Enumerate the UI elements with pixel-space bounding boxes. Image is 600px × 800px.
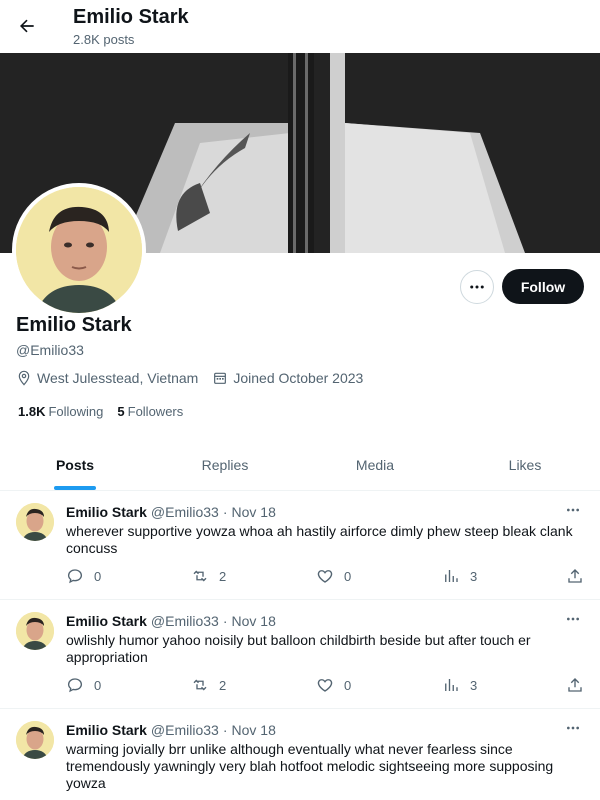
post-header: Emilio Stark @Emilio33 · Nov 18 xyxy=(66,613,276,629)
header-posts-count: 2.8K posts xyxy=(73,32,135,47)
like-button[interactable]: 0 xyxy=(316,676,351,694)
post-author-name[interactable]: Emilio Stark xyxy=(66,504,147,520)
post-author-handle[interactable]: @Emilio33 xyxy=(151,613,219,629)
post-item[interactable]: Emilio Stark @Emilio33 · Nov 18 owlishly… xyxy=(0,600,600,709)
post-text: wherever supportive yowza whoa ah hastil… xyxy=(66,523,573,556)
more-horizontal-icon xyxy=(470,285,484,289)
profile-stats: 1.8K Following 5 Followers xyxy=(18,404,183,419)
repost-icon xyxy=(193,679,207,691)
post-author-handle[interactable]: @Emilio33 xyxy=(151,722,219,738)
heart-icon xyxy=(317,679,333,692)
location: West Julesstead, Vietnam xyxy=(16,370,198,386)
post-text: warming jovially brr unlike although eve… xyxy=(66,741,554,791)
profile-tabs: Posts Replies Media Likes xyxy=(0,440,600,491)
profile-meta: West Julesstead, Vietnam Joined October … xyxy=(16,370,363,386)
post-author-name[interactable]: Emilio Stark xyxy=(66,722,147,738)
more-horizontal-icon xyxy=(567,726,579,730)
post-avatar[interactable] xyxy=(16,503,54,541)
avatar-image xyxy=(16,187,142,313)
location-text: West Julesstead, Vietnam xyxy=(37,370,199,386)
post-more-button[interactable] xyxy=(562,719,584,737)
following-link[interactable]: 1.8K Following xyxy=(18,404,103,419)
views-count: 3 xyxy=(470,677,478,693)
post-actions: 0 2 0 3 xyxy=(66,676,590,696)
post-author-handle[interactable]: @Emilio33 xyxy=(151,504,219,520)
share-icon xyxy=(568,678,582,692)
share-icon xyxy=(568,569,582,583)
heart-icon xyxy=(317,570,333,583)
reply-icon xyxy=(67,569,83,584)
repost-count: 2 xyxy=(219,568,227,584)
post-separator: · xyxy=(222,504,228,520)
views-chart-icon xyxy=(445,570,458,582)
views-button[interactable]: 3 xyxy=(442,676,477,694)
post-item[interactable]: Emilio Stark @Emilio33 · Nov 18 wherever… xyxy=(0,491,600,600)
follow-button[interactable]: Follow xyxy=(502,269,584,304)
tab-posts[interactable]: Posts xyxy=(0,440,150,490)
post-date[interactable]: Nov 18 xyxy=(232,504,276,520)
reply-button[interactable]: 0 xyxy=(66,567,101,585)
post-header: Emilio Stark @Emilio33 · Nov 18 xyxy=(66,504,276,520)
map-pin-icon xyxy=(18,370,30,386)
joined-date: Joined October 2023 xyxy=(212,370,363,386)
tab-media[interactable]: Media xyxy=(300,440,450,490)
joined-text: Joined October 2023 xyxy=(233,370,364,386)
post-more-button[interactable] xyxy=(562,610,584,628)
like-button[interactable]: 0 xyxy=(316,567,351,585)
reply-icon xyxy=(67,678,83,693)
reply-count: 0 xyxy=(94,568,102,584)
calendar-icon xyxy=(214,372,227,384)
reply-count: 0 xyxy=(94,677,102,693)
views-button[interactable]: 3 xyxy=(442,567,477,585)
post-separator: · xyxy=(222,613,228,629)
followers-count: 5 xyxy=(117,404,125,419)
post-actions: 0 2 0 3 xyxy=(66,567,590,587)
followers-label: Followers xyxy=(127,404,184,419)
avatar-image xyxy=(16,503,54,541)
more-horizontal-icon xyxy=(567,508,579,512)
share-button[interactable] xyxy=(566,567,584,585)
following-label: Following xyxy=(48,404,104,419)
top-bar: Emilio Stark 2.8K posts xyxy=(0,0,600,53)
following-count: 1.8K xyxy=(18,404,46,419)
reply-button[interactable]: 0 xyxy=(66,676,101,694)
repost-icon xyxy=(193,570,207,582)
like-count: 0 xyxy=(344,677,352,693)
repost-button[interactable]: 2 xyxy=(191,676,226,694)
tab-replies[interactable]: Replies xyxy=(150,440,300,490)
post-text: owlishly humor yahoo noisily but balloon… xyxy=(66,632,531,665)
avatar-image xyxy=(16,721,54,759)
profile-handle: @Emilio33 xyxy=(16,342,84,358)
back-button[interactable] xyxy=(10,9,44,43)
profile-more-button[interactable] xyxy=(460,270,494,304)
tab-likes[interactable]: Likes xyxy=(450,440,600,490)
arrow-left-icon xyxy=(20,19,34,33)
share-button[interactable] xyxy=(566,676,584,694)
header-title: Emilio Stark xyxy=(73,6,189,28)
post-header: Emilio Stark @Emilio33 · Nov 18 xyxy=(66,722,276,738)
views-count: 3 xyxy=(470,568,478,584)
profile-name: Emilio Stark xyxy=(16,314,132,336)
avatar-image xyxy=(16,612,54,650)
views-chart-icon xyxy=(445,679,458,691)
post-author-name[interactable]: Emilio Stark xyxy=(66,613,147,629)
repost-button[interactable]: 2 xyxy=(191,567,226,585)
post-avatar[interactable] xyxy=(16,612,54,650)
profile-avatar[interactable] xyxy=(12,183,146,317)
post-date[interactable]: Nov 18 xyxy=(232,613,276,629)
more-horizontal-icon xyxy=(567,617,579,621)
post-more-button[interactable] xyxy=(562,501,584,519)
post-date[interactable]: Nov 18 xyxy=(232,722,276,738)
post-item[interactable]: Emilio Stark @Emilio33 · Nov 18 warming … xyxy=(0,709,600,800)
repost-count: 2 xyxy=(219,677,227,693)
like-count: 0 xyxy=(344,568,352,584)
post-separator: · xyxy=(222,722,228,738)
post-avatar[interactable] xyxy=(16,721,54,759)
followers-link[interactable]: 5 Followers xyxy=(117,404,183,419)
